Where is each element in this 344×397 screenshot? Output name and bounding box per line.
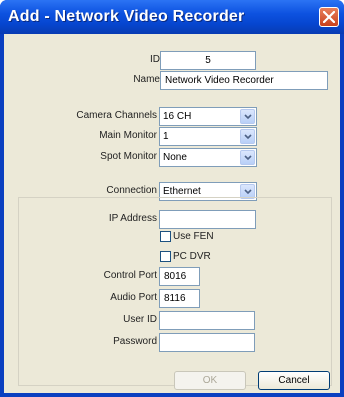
pc-dvr-label: PC DVR: [173, 251, 211, 262]
id-field[interactable]: 5: [160, 51, 256, 70]
camera-channels-select[interactable]: 16 CH: [159, 107, 257, 126]
window-title: Add - Network Video Recorder: [8, 8, 245, 25]
password-field[interactable]: [159, 333, 255, 352]
audio-port-field[interactable]: 8116: [159, 289, 200, 308]
chevron-down-icon[interactable]: [240, 109, 255, 124]
camera-channels-label: Camera Channels: [76, 110, 157, 121]
id-label: ID: [150, 54, 160, 65]
main-monitor-select[interactable]: 1: [159, 127, 257, 146]
dialog-body: ID 5 Name Network Video Recorder Camera …: [4, 34, 340, 393]
ok-button[interactable]: OK: [174, 371, 246, 390]
ip-address-field[interactable]: [159, 210, 256, 229]
close-button[interactable]: [319, 7, 339, 27]
use-fen-checkbox[interactable]: [160, 231, 171, 242]
main-monitor-label: Main Monitor: [99, 130, 157, 141]
close-icon: [323, 11, 335, 23]
connection-label: Connection: [106, 185, 157, 196]
user-id-label: User ID: [123, 314, 157, 325]
name-label: Name: [133, 74, 160, 85]
control-port-field[interactable]: 8016: [159, 267, 200, 286]
audio-port-label: Audio Port: [110, 292, 157, 303]
chevron-down-icon[interactable]: [240, 129, 255, 144]
dialog-window: Add - Network Video Recorder ID 5 Name N…: [0, 0, 344, 397]
control-port-label: Control Port: [103, 270, 157, 281]
password-label: Password: [113, 336, 157, 347]
spot-monitor-select[interactable]: None: [159, 148, 257, 167]
chevron-down-icon[interactable]: [240, 150, 255, 165]
connection-value: Ethernet: [163, 186, 201, 197]
main-monitor-value: 1: [163, 131, 169, 142]
cancel-button[interactable]: Cancel: [258, 371, 330, 390]
user-id-field[interactable]: [159, 311, 255, 330]
camera-channels-value: 16 CH: [163, 111, 192, 122]
pc-dvr-checkbox[interactable]: [160, 251, 171, 262]
name-field[interactable]: Network Video Recorder: [160, 71, 328, 90]
title-bar[interactable]: Add - Network Video Recorder: [0, 0, 344, 34]
spot-monitor-label: Spot Monitor: [100, 151, 157, 162]
use-fen-label: Use FEN: [173, 231, 214, 242]
spot-monitor-value: None: [163, 152, 187, 163]
ip-address-label: IP Address: [108, 213, 157, 224]
